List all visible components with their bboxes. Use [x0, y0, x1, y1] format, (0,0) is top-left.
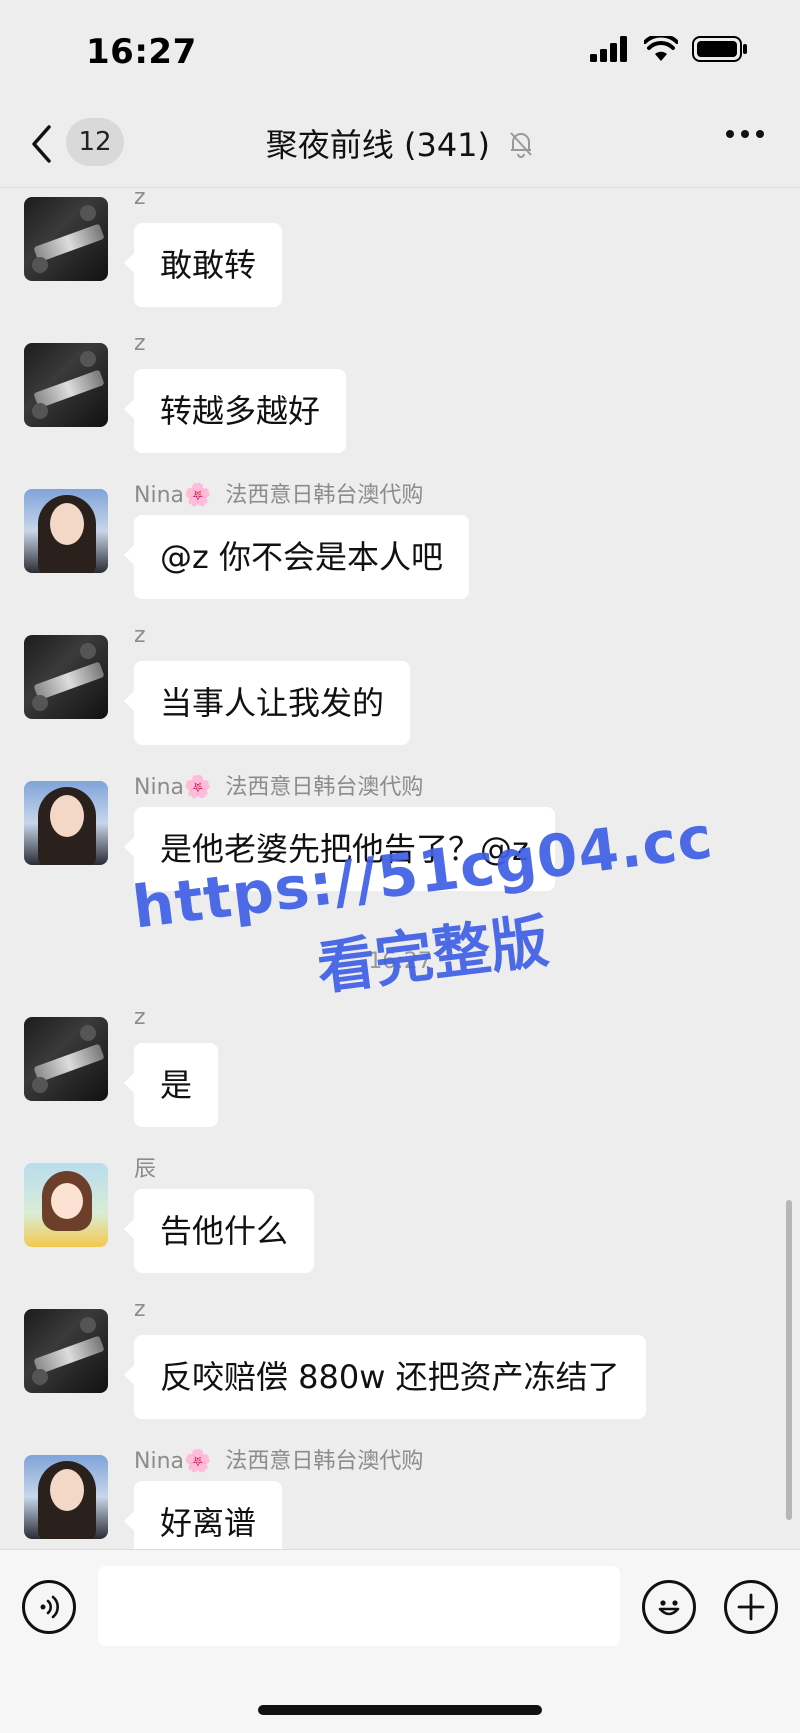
status-time: 16:27	[86, 32, 197, 72]
status-icons	[590, 36, 748, 62]
chat-timestamp: 16:27	[368, 949, 432, 974]
sender-tag: 法西意日韩台澳代购	[225, 1449, 424, 1474]
avatar[interactable]	[24, 197, 108, 281]
emoji-icon	[658, 1600, 680, 1616]
sender-name: z	[134, 331, 146, 356]
sender-name: z	[134, 623, 146, 648]
sender-tag: 法西意日韩台澳代购	[225, 483, 424, 508]
more-dot-icon	[726, 130, 734, 138]
chat-title: 聚夜前线 (341)	[0, 120, 800, 166]
avatar[interactable]	[24, 635, 108, 719]
sender-name: Nina🌸 法西意日韩台澳代购	[134, 1449, 424, 1474]
more-dot-icon	[741, 130, 749, 138]
message-bubble[interactable]: @z 你不会是本人吧	[124, 515, 469, 599]
signal-icon	[590, 36, 627, 62]
home-indicator	[258, 1705, 542, 1715]
chat-title-text: 聚夜前线 (341)	[265, 126, 491, 164]
avatar[interactable]	[24, 781, 108, 865]
avatar[interactable]	[24, 1309, 108, 1393]
message-bubble[interactable]: 转越多越好	[123, 369, 347, 453]
chat-message-list[interactable]: z 敢敢转 z 转越多越好 Nina🌸 法西意日韩台澳代购 @z 你不会是本人吧 …	[0, 189, 800, 1549]
mute-bell-icon	[508, 128, 534, 166]
avatar[interactable]	[24, 1455, 108, 1539]
sender-name: z	[134, 1297, 146, 1322]
voice-icon	[40, 1595, 59, 1619]
sender-name: z	[134, 189, 146, 210]
sender-name: Nina🌸 法西意日韩台澳代购	[134, 483, 424, 508]
scrollbar[interactable]	[786, 1200, 792, 1520]
sender-name: Nina🌸 法西意日韩台澳代购	[134, 775, 424, 800]
message-input[interactable]	[98, 1566, 620, 1646]
message-bubble[interactable]: 好离谱	[123, 1481, 283, 1549]
message-bubble[interactable]: 反咬赔偿 880w 还把资产冻结了	[124, 1335, 646, 1419]
avatar[interactable]	[24, 1163, 108, 1247]
plus-button[interactable]	[724, 1580, 778, 1634]
avatar[interactable]	[24, 1017, 108, 1101]
plus-icon	[737, 1593, 765, 1621]
input-bar	[0, 1549, 800, 1733]
emoji-button[interactable]	[642, 1580, 696, 1634]
status-bar: 16:27	[0, 0, 800, 100]
voice-button[interactable]	[22, 1580, 76, 1634]
wifi-icon	[644, 36, 678, 61]
more-options-button[interactable]	[726, 130, 764, 138]
sender-name: z	[134, 1005, 146, 1030]
message-bubble[interactable]: 是	[123, 1043, 219, 1127]
avatar[interactable]	[24, 343, 108, 427]
avatar[interactable]	[24, 489, 108, 573]
message-bubble[interactable]: 是他老婆先把他告了？@z	[124, 807, 555, 891]
message-bubble[interactable]: 当事人让我发的	[123, 661, 411, 745]
more-dot-icon	[756, 130, 764, 138]
message-bubble[interactable]: 告他什么	[123, 1189, 315, 1273]
sender-tag: 法西意日韩台澳代购	[225, 775, 424, 800]
battery-icon	[692, 36, 747, 62]
sender-name: 辰	[134, 1157, 157, 1182]
message-bubble[interactable]: 敢敢转	[123, 223, 283, 307]
